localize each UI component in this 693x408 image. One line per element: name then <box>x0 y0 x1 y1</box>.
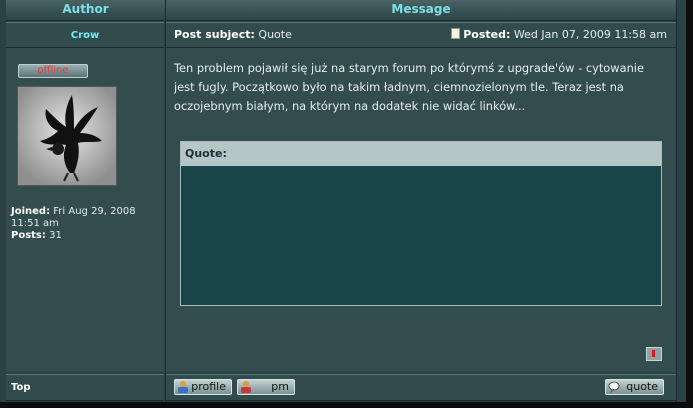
footer-actions-bar: profile pm quote <box>166 374 676 401</box>
top-arrow-icon[interactable] <box>646 347 662 361</box>
message-column-header: Message <box>166 0 676 21</box>
message-body-panel: Ten problem pojawił się już na starym fo… <box>166 48 676 372</box>
post-subject-text: Quote <box>258 28 292 41</box>
quote-block: Quote: <box>180 141 662 306</box>
back-to-top-link[interactable]: Top <box>11 382 31 393</box>
post-date: Posted: Wed Jan 07, 2009 11:58 am <box>451 23 667 47</box>
pm-button-label: pm <box>271 380 289 393</box>
posted-date-text: Wed Jan 07, 2009 11:58 am <box>513 28 667 41</box>
avatar-image <box>18 87 116 185</box>
profile-icon <box>178 381 188 393</box>
author-column-header: Author <box>6 0 165 21</box>
quote-header: Quote: <box>181 142 661 166</box>
post-icon[interactable] <box>451 28 461 39</box>
author-name[interactable]: Crow <box>71 30 99 41</box>
post-subject-label: Post subject: <box>174 28 255 41</box>
bottom-edge <box>0 402 693 408</box>
right-border <box>676 0 677 402</box>
avatar <box>17 86 117 186</box>
forum-post-frame: Author Message Crow Post subject: Quote … <box>0 0 693 408</box>
posts-label: Posts: <box>11 230 46 241</box>
footer-left-bar: Top <box>6 374 164 401</box>
post-message-text: Ten problem pojawił się już na starym fo… <box>174 61 644 113</box>
quote-icon <box>608 381 620 393</box>
joined-label: Joined: <box>11 206 51 217</box>
posted-label: Posted: <box>463 28 511 41</box>
scroll-edge <box>686 0 693 408</box>
profile-button-label: profile <box>191 380 226 393</box>
profile-button[interactable]: profile <box>174 379 232 395</box>
quote-content <box>181 166 661 305</box>
offline-status-badge: offline <box>18 64 88 78</box>
pm-icon <box>241 381 251 393</box>
author-name-bar: Crow <box>6 22 164 48</box>
column-divider <box>165 0 166 402</box>
post-info-bar: Post subject: Quote Posted: Wed Jan 07, … <box>166 22 676 48</box>
author-profile-panel: offline Joined: Fri Aug 29, 2008 11:51 a… <box>6 48 164 372</box>
quote-button[interactable]: quote <box>605 379 664 395</box>
author-stats: Joined: Fri Aug 29, 2008 11:51 am Posts:… <box>11 206 161 242</box>
pm-button[interactable]: pm <box>237 379 295 395</box>
post-subject: Post subject: Quote <box>174 23 292 47</box>
posts-count: 31 <box>49 230 62 241</box>
quote-button-label: quote <box>626 380 658 393</box>
